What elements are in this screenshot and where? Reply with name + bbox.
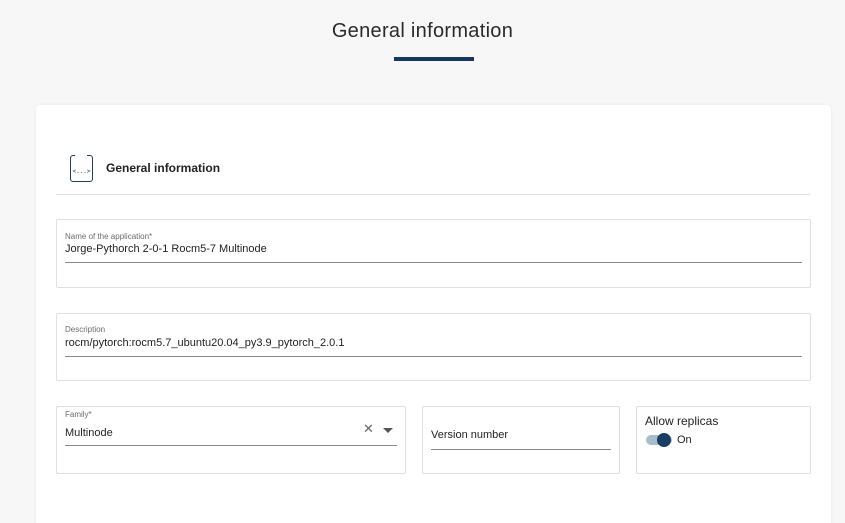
family-value[interactable]: Multinode bbox=[65, 427, 113, 439]
section-header: <...> General information bbox=[56, 153, 810, 195]
app-name-underline bbox=[65, 262, 802, 263]
description-label: Description bbox=[65, 325, 106, 334]
clear-icon[interactable]: ✕ bbox=[363, 422, 374, 435]
section-title: General information bbox=[106, 161, 221, 175]
app-name-field[interactable]: Name of the application* Jorge-Pythorch … bbox=[56, 219, 811, 288]
code-file-icon: <...> bbox=[70, 154, 93, 182]
chevron-down-icon[interactable] bbox=[383, 428, 393, 433]
version-underline bbox=[431, 449, 611, 450]
page-title: General information bbox=[331, 20, 514, 42]
description-underline bbox=[65, 356, 802, 357]
app-name-input[interactable]: Jorge-Pythorch 2-0-1 Rocm5-7 Multinode bbox=[65, 243, 267, 255]
replicas-toggle-thumb[interactable] bbox=[657, 433, 671, 447]
version-input[interactable]: Version number bbox=[431, 429, 508, 441]
family-select[interactable]: Family* Multinode ✕ bbox=[56, 406, 406, 474]
app-name-label: Name of the application* bbox=[65, 232, 153, 241]
family-label: Family* bbox=[65, 410, 92, 419]
allow-replicas-field: Allow replicas On bbox=[636, 406, 811, 474]
allow-replicas-label: Allow replicas bbox=[645, 414, 719, 428]
family-underline bbox=[65, 445, 397, 446]
description-input[interactable]: rocm/pytorch:rocm5.7_ubuntu20.04_py3.9_p… bbox=[65, 337, 344, 349]
form-card: <...> General information Name of the ap… bbox=[36, 105, 831, 523]
replicas-toggle-state: On bbox=[677, 434, 692, 446]
version-field[interactable]: Version number bbox=[422, 406, 620, 474]
page-header: General information bbox=[0, 0, 845, 70]
description-field[interactable]: Description rocm/pytorch:rocm5.7_ubuntu2… bbox=[56, 313, 811, 381]
title-underline bbox=[394, 57, 474, 61]
